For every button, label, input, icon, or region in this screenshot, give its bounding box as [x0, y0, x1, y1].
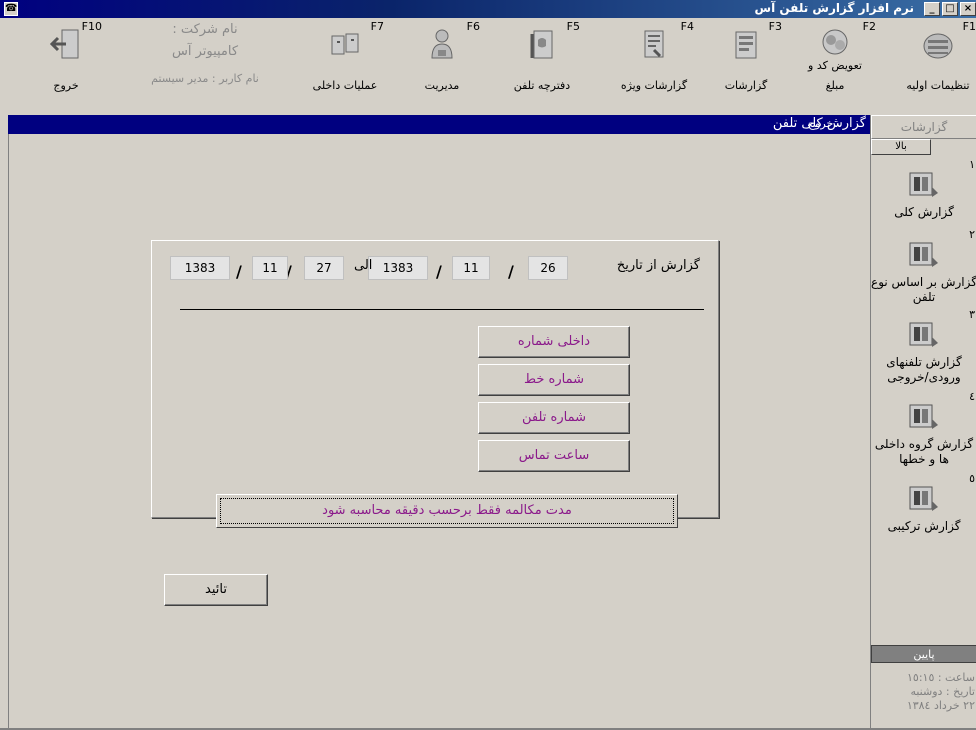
client-border: [8, 134, 9, 730]
toolbar-label: تنظیمات اولیه: [906, 79, 970, 92]
window-title: نرم افزار گزارش تلفن آس: [754, 1, 914, 15]
sidebar-item-label: گزارش کلی: [894, 205, 954, 219]
fkey-label: F3: [768, 20, 782, 33]
settings-icon: [923, 33, 953, 59]
phone-number-button[interactable]: شماره تلفن: [478, 402, 630, 434]
toolbar-label: دفترچه تلفن: [513, 79, 571, 92]
report-header-bar: خروج گزارش کلی تلفن: [8, 115, 870, 134]
toolbar-label: خروج: [53, 79, 79, 92]
toolbar-reports-button[interactable]: F3 گزارشات: [708, 18, 784, 96]
call-time-button[interactable]: ساعت تماس: [478, 440, 630, 472]
fkey-label: F2: [862, 20, 876, 33]
phone-app-icon[interactable]: ☎: [4, 2, 18, 16]
from-year-input[interactable]: 1383: [368, 256, 428, 280]
clock-panel: ساعت : ١٥:١٥ تاریخ : دوشنبه ٢٢ خرداد ١٣٨…: [875, 671, 975, 713]
toolbar-special-reports-button[interactable]: F4 گزارشات ویژه: [608, 18, 700, 96]
internal-ops-icon: [331, 33, 359, 55]
toolbar-label: عملیات داخلی: [312, 79, 378, 92]
company-info: نام شرکت : کامپیوتر آس نام کاربر : مدیر …: [120, 18, 290, 96]
from-date-label: گزارش از تاریخ: [616, 258, 700, 273]
date-separator: /: [236, 262, 242, 281]
maximize-button[interactable]: □: [942, 2, 958, 16]
to-year-input[interactable]: 1383: [170, 256, 230, 280]
toolbar-label: گزارشات ویژه: [620, 79, 688, 92]
line-number-button[interactable]: شماره خط: [478, 364, 630, 396]
company-name-label: نام شرکت :: [172, 22, 238, 37]
toolbar-phonebook-button[interactable]: F5 دفترچه تلفن: [494, 18, 590, 96]
divider-line: [180, 309, 704, 310]
from-day-input[interactable]: 26: [528, 256, 568, 280]
special-report-icon: [644, 30, 664, 58]
minimize-button[interactable]: _: [924, 2, 940, 16]
sidebar-item-label: گزارش تلفنهای ورودی/خروجی: [886, 355, 962, 384]
report-stack-icon: [909, 404, 938, 429]
fkey-label: F4: [680, 20, 694, 33]
toolbar-label-top: تعویض کد و: [808, 59, 862, 72]
sidebar-item-label: گزارش بر اساس نوع تلفن: [871, 275, 976, 304]
reports-sidebar: گزارشات بالا ۱ گزارش کلی ۲ گزارش بر اساس…: [870, 115, 976, 730]
sidebar-item-in-out-calls[interactable]: ۳ گزارش تلفنهای ورودی/خروجی: [871, 308, 976, 385]
internal-number-button[interactable]: داخلی شماره: [478, 326, 630, 358]
company-name: کامپیوتر آس: [171, 44, 239, 59]
item-number: ۱: [969, 158, 975, 171]
sidebar-item-label: گزارش گروه داخلی ها و خطها: [874, 437, 974, 466]
item-number: ۲: [969, 228, 975, 241]
report-options-panel: [151, 240, 719, 518]
to-date-label: الی: [354, 258, 373, 273]
report-stack-icon: [909, 172, 938, 197]
item-number: ۳: [969, 308, 975, 321]
report-icon: [735, 31, 757, 59]
toolbar-label: مبلغ: [825, 79, 845, 92]
page-title: گزارش کلی تلفن: [772, 116, 866, 131]
from-month-input[interactable]: 11: [452, 256, 490, 280]
exit-door-icon: [49, 29, 79, 59]
toolbar-change-code-button[interactable]: F2 تعویض کد و مبلغ: [790, 18, 880, 96]
user-name: نام کاربر : مدیر سیستم: [151, 72, 259, 85]
fkey-label: F6: [466, 20, 480, 33]
report-stack-icon: [909, 322, 938, 347]
scroll-down-button[interactable]: پایین: [871, 645, 976, 663]
toolbar-settings-button[interactable]: F1 تنظیمات اولیه: [900, 18, 976, 96]
fkey-label: F10: [81, 20, 102, 33]
fkey-label: F1: [962, 20, 976, 33]
toolbar-label: گزارشات: [724, 79, 768, 92]
sidebar-item-group-report[interactable]: ٤ گزارش گروه داخلی ها و خطها: [871, 390, 976, 467]
close-button[interactable]: ×: [960, 2, 976, 16]
date-label: تاریخ : دوشنبه: [910, 685, 975, 698]
sidebar-item-label: گزارش ترکیبی: [887, 519, 961, 533]
date-separator: /: [508, 262, 514, 281]
item-number: ٤: [969, 390, 975, 403]
to-month-input[interactable]: 11: [252, 256, 288, 280]
sidebar-item-combined-report[interactable]: ٥ گزارش ترکیبی: [871, 472, 976, 534]
current-date: ٢٢ خرداد ١٣٨٤: [906, 699, 975, 712]
toolbar-internal-ops-button[interactable]: F7 عملیات داخلی: [300, 18, 390, 96]
report-stack-icon: [909, 242, 938, 267]
title-bar: ☎ نرم افزار گزارش تلفن آس _ □ ×: [0, 0, 976, 18]
item-number: ٥: [969, 472, 975, 485]
scroll-up-button[interactable]: بالا: [871, 139, 931, 155]
report-stack-icon: [909, 486, 938, 511]
sidebar-heading: گزارشات: [871, 115, 976, 139]
fkey-label: F7: [370, 20, 384, 33]
current-time: ساعت : ١٥:١٥: [907, 671, 975, 684]
minute-calculation-toggle[interactable]: مدت مکالمه فقط برحسب دقیقه محاسبه شود: [216, 494, 678, 528]
sidebar-item-by-phone-type[interactable]: ۲ گزارش بر اساس نوع تلفن: [871, 228, 976, 305]
sidebar-item-general-report[interactable]: ۱ گزارش کلی: [871, 158, 976, 220]
fkey-label: F5: [566, 20, 580, 33]
to-day-input[interactable]: 27: [304, 256, 344, 280]
minute-calculation-label: مدت مکالمه فقط برحسب دقیقه محاسبه شود: [220, 498, 674, 524]
phonebook-icon: [530, 30, 553, 59]
coins-icon: [822, 29, 848, 55]
toolbar-label: مدیریت: [424, 79, 460, 92]
confirm-button[interactable]: تائید: [164, 574, 268, 606]
management-icon: [431, 29, 453, 59]
toolbar-exit-button[interactable]: F10 خروج: [28, 18, 104, 96]
toolbar-management-button[interactable]: F6 مدیریت: [404, 18, 480, 96]
date-separator: /: [436, 262, 442, 281]
